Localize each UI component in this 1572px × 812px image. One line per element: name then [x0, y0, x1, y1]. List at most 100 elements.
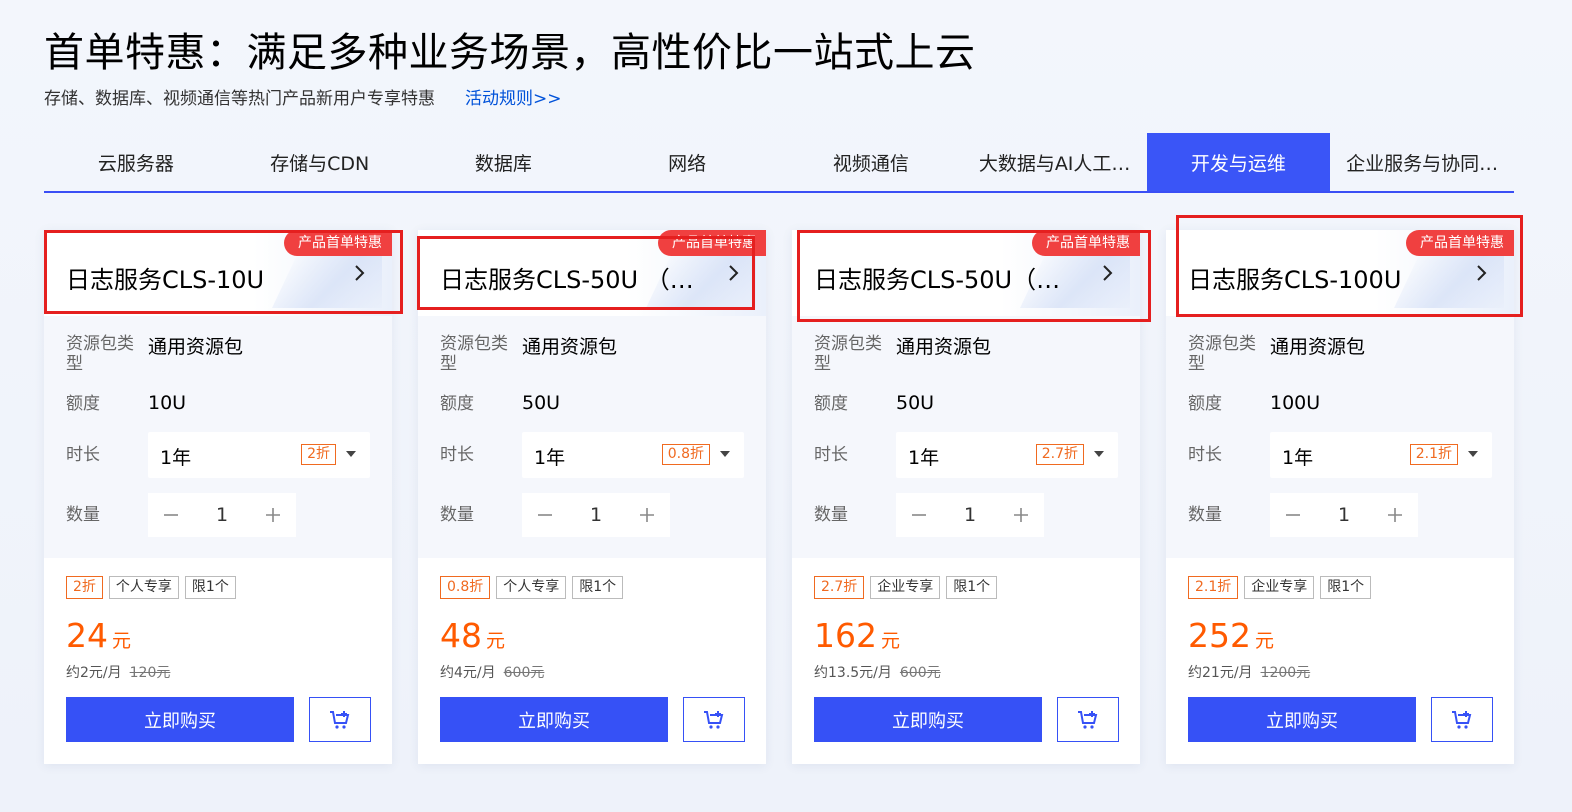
discount-tag: 2.7折	[814, 576, 865, 599]
quantity-label: 数量	[1188, 505, 1222, 525]
tab-bigdata-ai[interactable]: 大数据与AI人工…	[963, 133, 1147, 191]
add-to-cart-button[interactable]	[1431, 697, 1493, 742]
buy-now-button[interactable]: 立即购买	[1188, 697, 1416, 742]
minus-button[interactable]	[1270, 493, 1316, 537]
caret-down-icon	[1468, 451, 1478, 457]
cart-icon	[1078, 710, 1098, 729]
duration-label: 时长	[814, 445, 848, 465]
card-footer: 2.7折 企业专享 限1个 162 元 约13.5元/月 600元 立即购买	[792, 558, 1140, 764]
tab-devops[interactable]: 开发与运维	[1146, 133, 1331, 191]
limit-tag: 限1个	[946, 576, 998, 599]
card-header[interactable]: 产品首单特惠 日志服务CLS-50U （…	[418, 230, 766, 316]
plus-button[interactable]	[624, 493, 670, 537]
original-price: 600元	[503, 665, 545, 681]
tab-database[interactable]: 数据库	[412, 133, 596, 191]
buy-now-button[interactable]: 立即购买	[814, 697, 1042, 742]
buy-now-button[interactable]: 立即购买	[440, 697, 668, 742]
minus-button[interactable]	[522, 493, 568, 537]
monthly-price: 约2元/月 120元	[66, 665, 171, 681]
quota-value: 100U	[1270, 392, 1321, 414]
quota-label: 额度	[440, 394, 474, 414]
minus-button[interactable]	[148, 493, 194, 537]
minus-icon	[1286, 514, 1300, 516]
first-order-badge: 产品首单特惠	[658, 230, 766, 256]
plus-icon	[1388, 508, 1402, 522]
duration-select[interactable]: 1年 2.7折	[896, 432, 1118, 478]
minus-icon	[164, 514, 178, 516]
resource-type-value: 通用资源包	[522, 336, 618, 358]
minus-button[interactable]	[896, 493, 942, 537]
resource-type-label: 资源包类型	[1188, 334, 1256, 374]
duration-select[interactable]: 1年 0.8折	[522, 432, 744, 478]
resource-type-value: 通用资源包	[1270, 336, 1366, 358]
original-price: 1200元	[1260, 665, 1311, 681]
quantity-input[interactable]: 1	[194, 493, 250, 537]
add-to-cart-button[interactable]	[309, 697, 371, 742]
discount-tag: 0.8折	[440, 576, 491, 599]
activity-rules-link[interactable]: 活动规则>>	[465, 84, 562, 109]
first-order-badge: 产品首单特惠	[1032, 230, 1140, 256]
chevron-right-icon	[1477, 265, 1487, 281]
quota-label: 额度	[814, 394, 848, 414]
first-order-badge: 产品首单特惠	[1406, 230, 1514, 256]
audience-tag: 个人专享	[496, 576, 567, 599]
discount-tag: 2折	[301, 444, 336, 465]
resource-type-label: 资源包类型	[814, 334, 882, 374]
caret-down-icon	[346, 451, 356, 457]
card-header[interactable]: 产品首单特惠 日志服务CLS-100U	[1166, 230, 1514, 316]
duration-label: 时长	[1188, 445, 1222, 465]
quantity-stepper: 1	[896, 493, 1044, 537]
duration-select[interactable]: 1年 2.1折	[1270, 432, 1492, 478]
quota-label: 额度	[66, 394, 100, 414]
resource-type-value: 通用资源包	[896, 336, 992, 358]
tag-list: 2.1折 企业专享 限1个	[1188, 576, 1372, 599]
duration-select[interactable]: 1年 2折	[148, 432, 370, 478]
card-title: 日志服务CLS-50U（企…	[814, 266, 1084, 294]
tab-cloud-server[interactable]: 云服务器	[44, 133, 228, 191]
quantity-stepper: 1	[522, 493, 670, 537]
plus-button[interactable]	[998, 493, 1044, 537]
card-footer: 2.1折 企业专享 限1个 252 元 约21元/月 1200元 立即购买	[1166, 558, 1514, 764]
card-title: 日志服务CLS-10U	[66, 266, 265, 294]
product-card: 产品首单特惠 日志服务CLS-10U 资源包类型 通用资源包 额度 10U 时长…	[44, 230, 392, 764]
card-header[interactable]: 产品首单特惠 日志服务CLS-10U	[44, 230, 392, 316]
product-card: 产品首单特惠 日志服务CLS-100U 资源包类型 通用资源包 额度 100U …	[1166, 230, 1514, 764]
product-card: 产品首单特惠 日志服务CLS-50U （… 资源包类型 通用资源包 额度 50U…	[418, 230, 766, 764]
cart-icon	[330, 710, 350, 729]
discount-tag: 2.1折	[1188, 576, 1239, 599]
duration-label: 时长	[440, 445, 474, 465]
tab-network[interactable]: 网络	[595, 133, 779, 191]
product-card: 产品首单特惠 日志服务CLS-50U（企… 资源包类型 通用资源包 额度 50U…	[792, 230, 1140, 764]
tab-storage-cdn[interactable]: 存储与CDN	[228, 133, 412, 191]
quota-value: 10U	[148, 392, 187, 414]
plus-button[interactable]	[250, 493, 296, 537]
plus-icon	[640, 508, 654, 522]
price: 162 元	[814, 616, 901, 655]
chevron-right-icon	[729, 265, 739, 281]
card-header[interactable]: 产品首单特惠 日志服务CLS-50U（企…	[792, 230, 1140, 316]
quota-value: 50U	[522, 392, 561, 414]
audience-tag: 企业专享	[870, 576, 941, 599]
quantity-input[interactable]: 1	[942, 493, 998, 537]
card-footer: 2折 个人专享 限1个 24 元 约2元/月 120元 立即购买	[44, 558, 392, 764]
price: 252 元	[1188, 616, 1275, 655]
plus-button[interactable]	[1372, 493, 1418, 537]
quantity-label: 数量	[440, 505, 474, 525]
discount-tag: 0.8折	[661, 444, 710, 465]
add-to-cart-button[interactable]	[683, 697, 745, 742]
page-title: 首单特惠：满足多种业务场景，高性价比一站式上云	[44, 30, 976, 76]
monthly-price: 约4元/月 600元	[440, 665, 545, 681]
add-to-cart-button[interactable]	[1057, 697, 1119, 742]
category-tabs: 云服务器 存储与CDN 数据库 网络 视频通信 大数据与AI人工… 开发与运维 …	[44, 133, 1514, 193]
original-price: 120元	[129, 665, 171, 681]
buy-now-button[interactable]: 立即购买	[66, 697, 294, 742]
tab-video[interactable]: 视频通信	[779, 133, 963, 191]
card-footer: 0.8折 个人专享 限1个 48 元 约4元/月 600元 立即购买	[418, 558, 766, 764]
minus-icon	[538, 514, 552, 516]
tab-enterprise[interactable]: 企业服务与协同…	[1330, 133, 1514, 191]
chevron-right-icon	[1103, 265, 1113, 281]
cart-icon	[704, 710, 724, 729]
quantity-input[interactable]: 1	[1316, 493, 1372, 537]
quantity-input[interactable]: 1	[568, 493, 624, 537]
audience-tag: 企业专享	[1244, 576, 1315, 599]
